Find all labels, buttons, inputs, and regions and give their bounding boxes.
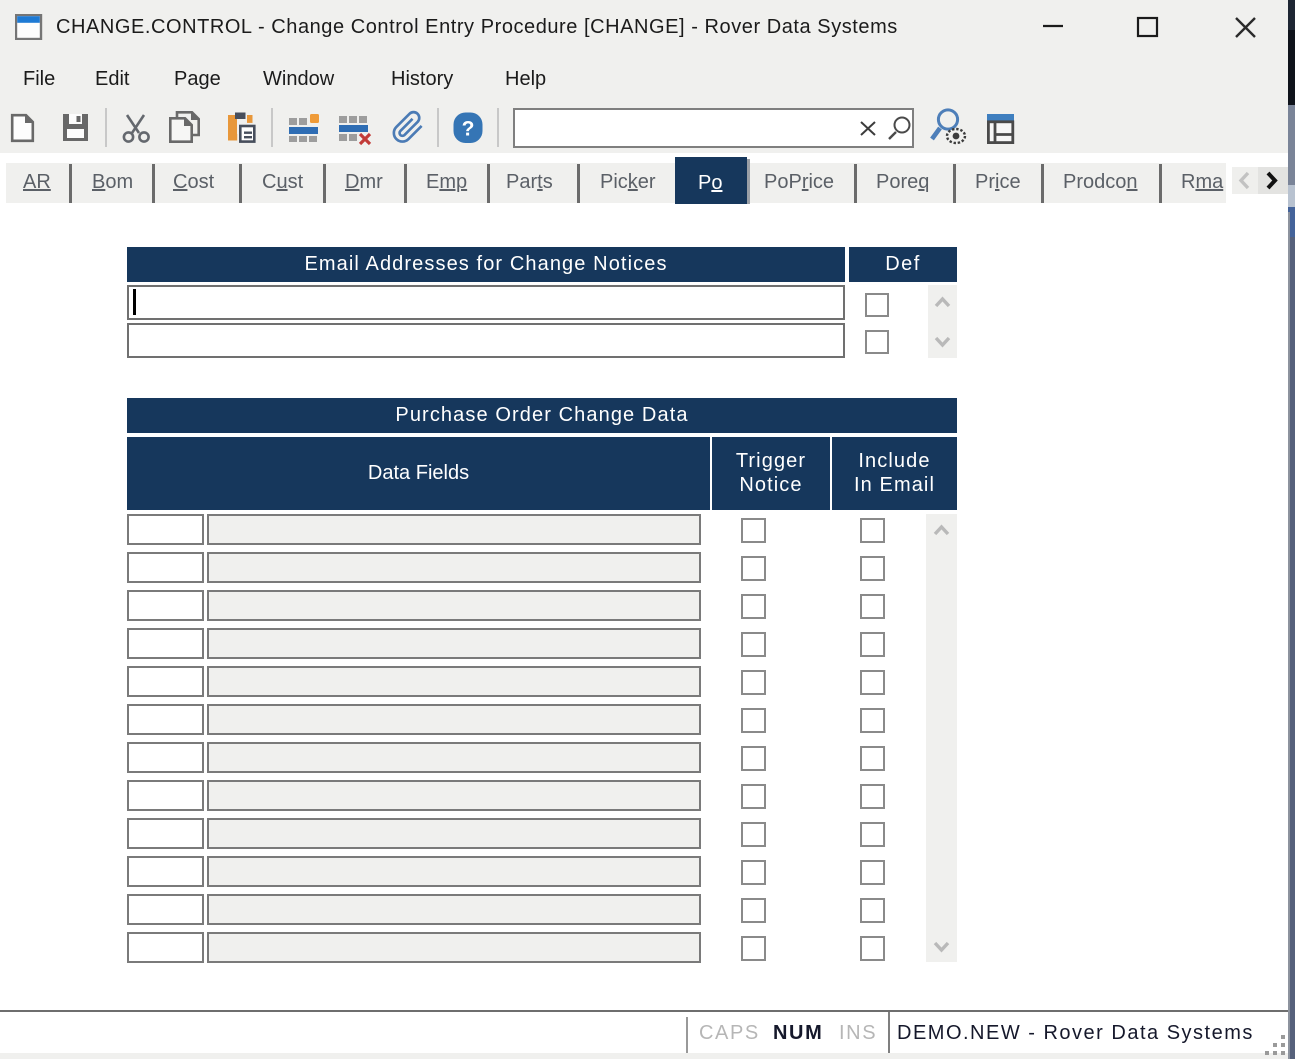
svg-text:?: ? [462,118,475,141]
